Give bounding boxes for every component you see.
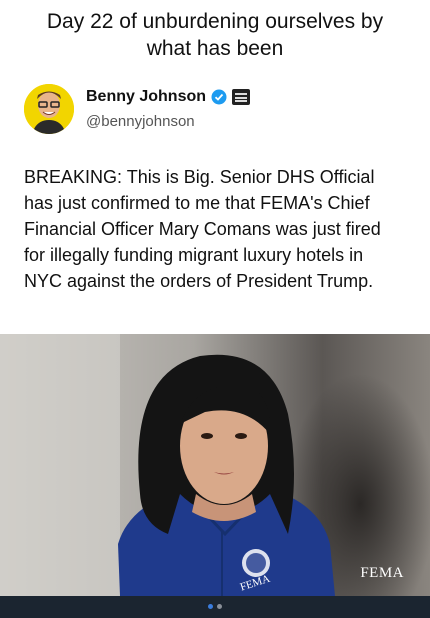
tweet-line-3: Financial Officer Mary Comans was just f… [24,219,381,239]
caption-line-1: Day 22 of unburdening ourselves by [46,10,384,33]
avatar[interactable] [24,84,74,134]
author-handle[interactable]: @bennyjohnson [86,113,195,130]
tweet-author[interactable]: Benny Johnson @bennyjohnson [24,84,414,140]
author-name-row: Benny Johnson [86,88,251,106]
video-frame-image: FEMA [0,334,430,596]
caption-line-2: what has been [146,37,284,60]
tweet-line-5: NYC against the orders of President Trum… [24,271,374,291]
author-name[interactable]: Benny Johnson [86,88,206,106]
video-thumbnail[interactable]: FEMA FEMA [0,334,430,596]
affiliate-badge-icon [232,89,251,105]
post-caption: Day 22 of unburdening ourselves by what … [0,8,430,62]
fema-watermark: FEMA [360,565,404,581]
tweet-text: BREAKING: This is Big. Senior DHS Offici… [24,164,416,294]
tweet-line-1: BREAKING: This is Big. Senior DHS Offici… [24,167,375,187]
tweet-line-4: for illegally funding migrant luxury hot… [24,245,364,265]
carousel-pager[interactable] [0,604,430,609]
tweet-line-2: has just confirmed to me that FEMA's Chi… [24,193,370,213]
pager-dot[interactable] [217,604,222,609]
pager-dot-active[interactable] [208,604,213,609]
verified-badge-icon [211,89,227,105]
